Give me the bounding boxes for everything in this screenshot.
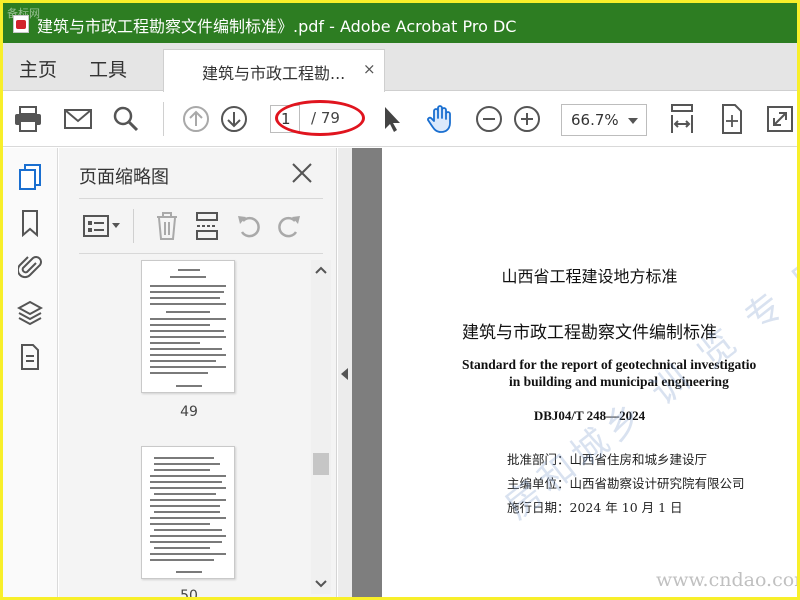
document-tab[interactable]: 建筑与市政工程勘... × [163, 49, 385, 92]
select-cursor-icon[interactable] [375, 102, 409, 136]
bookmark-icon[interactable] [15, 208, 45, 238]
scrollbar-thumb[interactable] [313, 453, 329, 475]
rotate-right-icon[interactable] [271, 208, 307, 244]
scroll-down-icon[interactable] [315, 578, 327, 590]
acrobat-window: 备标网 建筑与市政工程勘察文件编制标准》.pdf - Adobe Acrobat… [3, 3, 797, 597]
page-thumbnails-icon[interactable] [15, 162, 45, 192]
window-title: 建筑与市政工程勘察文件编制标准》.pdf - Adobe Acrobat Pro… [37, 17, 517, 36]
document-tab-label: 建筑与市政工程勘... [202, 64, 346, 83]
attachment-icon[interactable] [15, 252, 45, 282]
thumbnail-options-icon[interactable] [79, 208, 125, 244]
layers-icon[interactable] [15, 298, 45, 328]
hand-tool-icon[interactable] [423, 102, 457, 136]
page-content-icon[interactable] [15, 342, 45, 372]
thumbnail-label-49: 49 [180, 404, 198, 420]
email-icon[interactable] [61, 102, 95, 136]
close-panel-icon[interactable] [289, 160, 315, 186]
highlight-oval [275, 100, 365, 136]
next-page-icon[interactable] [217, 102, 251, 136]
org-title: 山西省工程建设地方标准 [501, 267, 678, 286]
tab-home[interactable]: 主页 [19, 55, 57, 82]
zoom-level-select[interactable]: 66.7% [561, 104, 647, 136]
close-tab-icon[interactable]: × [363, 60, 376, 78]
search-icon[interactable] [109, 102, 143, 136]
rotate-left-icon[interactable] [231, 208, 267, 244]
delete-icon[interactable] [149, 208, 185, 244]
previous-page-icon[interactable] [179, 102, 213, 136]
zoom-out-icon[interactable] [472, 102, 506, 136]
chevron-down-icon [628, 118, 638, 124]
toolbar: 1 / 79 66.7% [3, 92, 797, 147]
thumbnail-page-49[interactable] [141, 260, 235, 393]
document-page: 山西省工程建设地方标准 建筑与市政工程勘察文件编制标准 Standard for… [382, 148, 797, 597]
rotate-view-icon[interactable] [715, 102, 749, 136]
site-watermark: www.cndao.com [656, 569, 797, 591]
pdf-file-icon [13, 15, 29, 33]
document-view: 山西省工程建设地方标准 建筑与市政工程勘察文件编制标准 Standard for… [352, 148, 797, 597]
title-bar: 备标网 建筑与市政工程勘察文件编制标准》.pdf - Adobe Acrobat… [3, 3, 797, 43]
thumbnail-page-50[interactable] [141, 446, 235, 579]
tab-tools[interactable]: 工具 [89, 55, 127, 82]
zoom-level-value: 66.7% [571, 111, 619, 129]
full-screen-icon[interactable] [763, 102, 797, 136]
scroll-up-icon[interactable] [315, 264, 327, 276]
fit-width-icon[interactable] [665, 102, 699, 136]
chevron-left-icon [341, 368, 348, 380]
thumbnails-panel: 页面缩略图 49 50 [59, 148, 337, 597]
thumbnail-scrollbar[interactable] [311, 260, 331, 594]
collapse-panel-handle[interactable] [338, 148, 352, 597]
print-icon[interactable] [11, 102, 45, 136]
thumbnail-label-50: 50 [180, 588, 198, 597]
zoom-in-icon[interactable] [510, 102, 544, 136]
insert-page-icon[interactable] [189, 208, 225, 244]
tab-bar: 主页 工具 建筑与市政工程勘... × [3, 43, 797, 92]
left-navigation-rail [3, 148, 58, 597]
panel-title: 页面缩略图 [79, 167, 169, 188]
